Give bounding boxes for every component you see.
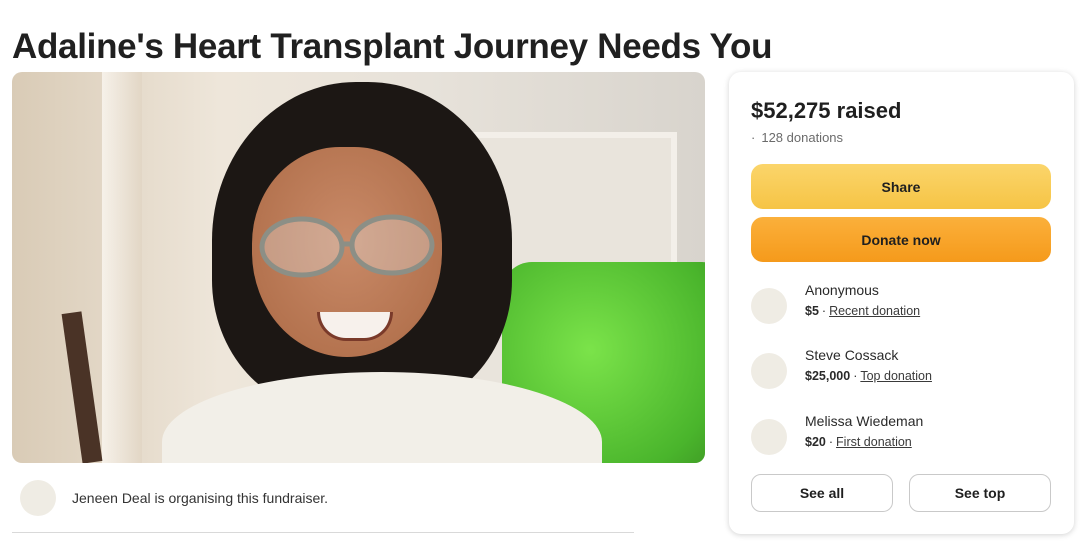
donations-count-label: 128 donations [761,130,844,145]
donor-item: Anonymous $5 · Recent donation [751,282,1051,332]
donor-name: Melissa Wiedeman [805,413,924,429]
photo-glasses [259,214,435,278]
photo-door [102,72,142,463]
donor-item: Melissa Wiedeman $20 · First donation [751,413,1051,463]
page-title: Adaline's Heart Transplant Journey Needs… [12,27,773,67]
donor-amount: $25,000 [805,369,851,383]
donate-now-button[interactable]: Donate now [751,217,1051,262]
donor-sep: · [821,304,827,318]
donor-amount: $20 [805,435,826,449]
share-button[interactable]: Share [751,164,1051,209]
amount-raised: $52,275 raised [751,98,902,123]
donations-count: · 128 donations [751,130,843,145]
see-top-button[interactable]: See top [909,474,1051,512]
organiser-avatar [20,480,56,516]
donor-meta: $20 · First donation [805,435,912,449]
donor-item: Steve Cossack $25,000 · Top donation [751,347,1051,397]
donor-sep: · [828,435,834,449]
organiser-row: Jeneen Deal is organising this fundraise… [12,478,634,533]
donor-avatar [751,419,787,455]
donor-kind-link[interactable]: Recent donation [829,304,920,318]
donations-dot: · [751,130,756,145]
donor-name: Anonymous [805,282,879,298]
donor-name: Steve Cossack [805,347,899,363]
donor-kind-link[interactable]: First donation [836,435,912,449]
donor-amount: $5 [805,304,819,318]
organiser-text: Jeneen Deal is organising this fundraise… [72,490,329,506]
donor-kind-link[interactable]: Top donation [860,369,932,383]
see-all-button[interactable]: See all [751,474,893,512]
donation-panel: $52,275 raised · 128 donations Share Dona… [729,72,1074,534]
donor-meta: $25,000 · Top donation [805,369,932,383]
photo-chair-wood [61,311,103,463]
donor-avatar [751,288,787,324]
campaign-photo [12,72,705,463]
donor-sep: · [853,369,858,383]
donor-avatar [751,353,787,389]
donor-meta: $5 · Recent donation [805,304,920,318]
